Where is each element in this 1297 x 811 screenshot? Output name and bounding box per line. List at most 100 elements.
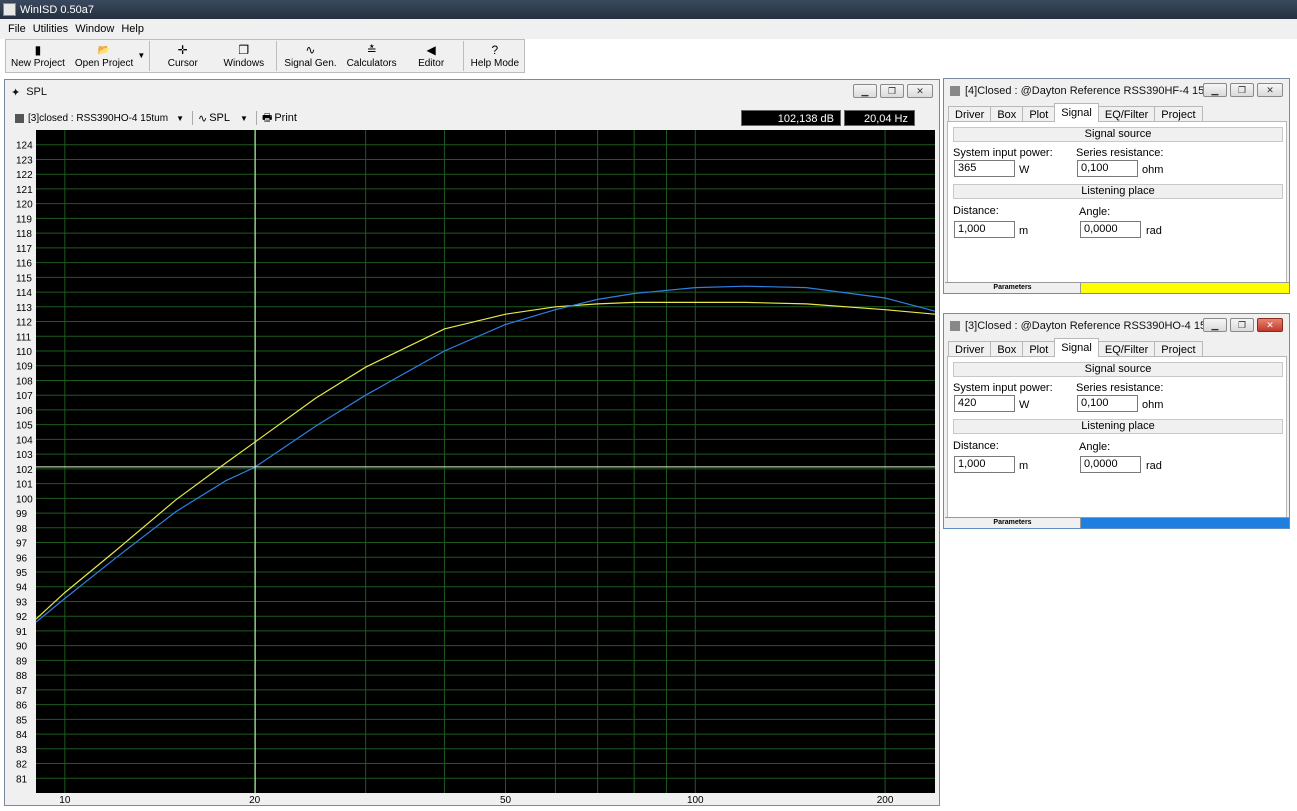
tab-project[interactable]: Project [1154,341,1203,357]
y-tick-label: 82 [16,760,28,771]
y-tick-label: 86 [16,701,28,712]
plot-area[interactable]: 81 82 83 84 85 86 87 88 89 90 91 92 93 94 95 96 97 98 99 10… [14,130,936,807]
angle-unit: rad [1146,225,1162,237]
mdi-workspace: ✦ SPL ▁ ❐ ✕ [3]closed : RSS390HO-4 15tum… [0,73,1297,811]
y-tick-label: 94 [16,583,28,594]
y-tick-label: 91 [16,627,28,638]
signal-source-header: Signal source [953,127,1283,142]
windows-button[interactable]: ❐ Windows [213,40,274,72]
editor-button[interactable]: ◀ Editor [402,40,461,72]
calculators-button[interactable]: ≛ Calculators [342,40,402,72]
print-button[interactable]: Print [274,112,297,124]
project-select[interactable]: [3]closed : RSS390HO-4 15tum [28,113,168,124]
y-tick-label: 103 [16,450,33,461]
distance-field[interactable]: 1,000 [954,456,1015,473]
y-tick-label: 90 [16,642,28,653]
y-tick-label: 96 [16,553,28,564]
spl-chart[interactable]: 81 82 83 84 85 86 87 88 89 90 91 92 93 94 95 96 97 98 99 10… [14,130,936,806]
param-window-4-title: [4]Closed : @Dayton Reference RSS390HF-4… [965,85,1223,97]
y-tick-label: 107 [16,391,33,402]
minimize-button[interactable]: ▁ [1203,318,1227,332]
x-tick-label: 200 [877,795,894,804]
angle-field[interactable]: 0,0000 [1080,456,1141,473]
system-input-power-field[interactable]: 420 [954,395,1015,412]
minimize-button[interactable]: ▁ [1203,83,1227,97]
new-project-button[interactable]: ▮ New Project [6,40,70,72]
tab-box[interactable]: Box [990,106,1024,122]
menu-bar: File Utilities Window Help [0,19,1297,39]
app-icon [3,3,16,16]
x-tick-label: 100 [687,795,704,804]
restore-button[interactable]: ❐ [1230,83,1254,97]
close-button[interactable]: ✕ [1257,83,1283,97]
open-project-button[interactable]: 📂 Open Project ▼ [70,40,147,72]
y-tick-label: 113 [16,303,32,314]
param-window-4: [4]Closed : @Dayton Reference RSS390HF-4… [943,78,1290,294]
tab-eq-filter[interactable]: EQ/Filter [1097,341,1156,357]
menu-window[interactable]: Window [75,23,114,35]
distance-unit: m [1019,460,1029,472]
angle-field[interactable]: 0,0000 [1080,221,1141,238]
system-input-power-field[interactable]: 365 [954,160,1015,177]
minimize-button[interactable]: ▁ [853,84,877,98]
tab-driver[interactable]: Driver [948,106,992,122]
tab-signal[interactable]: Signal [1054,103,1099,122]
signal-gen-button[interactable]: ∿ Signal Gen. [279,40,341,72]
printer-icon: 🖶 [261,111,273,124]
param-window-3-titlebar[interactable]: [3]Closed : @Dayton Reference RSS390HO-4… [944,314,1289,338]
y-tick-label: 100 [16,494,33,505]
tab-driver[interactable]: Driver [948,341,992,357]
dropdown-arrow-icon[interactable]: ▼ [137,51,145,60]
app-title: WinISD 0.50a7 [20,3,94,16]
signal-source-header: Signal source [953,362,1283,377]
angle-label: Angle: [1079,206,1111,218]
app-titlebar: WinISD 0.50a7 [0,0,1297,19]
series-resistance-field[interactable]: 0,100 [1077,395,1138,412]
graph-type-arrow-icon[interactable]: ▼ [240,114,248,123]
y-tick-label: 88 [16,671,28,682]
close-button[interactable]: ✕ [907,84,933,98]
tab-plot[interactable]: Plot [1022,341,1056,357]
toolbar-separator [192,111,193,125]
open-folder-icon: 📂 [97,45,111,56]
calculator-icon: ≛ [366,43,377,57]
y-tick-label: 112 [16,318,32,329]
menu-utilities[interactable]: Utilities [33,23,68,35]
param-window-3: [3]Closed : @Dayton Reference RSS390HO-4… [943,313,1290,529]
power-unit: W [1019,399,1030,411]
y-tick-label: 116 [16,259,32,270]
cursor-button[interactable]: ✛ Cursor [152,40,213,72]
graph-type-select[interactable]: SPL [209,112,230,124]
sine-wave-icon: ∿ [198,112,208,125]
param-window-4-titlebar[interactable]: [4]Closed : @Dayton Reference RSS390HF-4… [944,79,1289,103]
series-resistance-field[interactable]: 0,100 [1077,160,1138,177]
listening-place-header: Listening place [953,184,1283,199]
y-tick-label: 115 [16,273,32,284]
help-mode-button[interactable]: ? Help Mode [466,40,524,72]
x-tick-label: 20 [249,795,261,804]
speaker-icon: ◀ [426,43,436,57]
close-button[interactable]: ✕ [1257,318,1283,332]
tab-project[interactable]: Project [1154,106,1203,122]
y-tick-label: 99 [16,509,28,520]
tab-eq-filter[interactable]: EQ/Filter [1097,106,1156,122]
resistance-unit: ohm [1142,399,1164,411]
tab-signal[interactable]: Signal [1054,338,1099,357]
chip-icon [15,113,24,123]
menu-help[interactable]: Help [121,23,144,35]
param-status-bar: Parameters [945,517,1289,528]
menu-file[interactable]: File [8,23,26,35]
power-unit: W [1019,164,1030,176]
tab-plot[interactable]: Plot [1022,106,1056,122]
toolbar-separator [255,111,257,125]
project-select-arrow-icon[interactable]: ▼ [176,114,184,123]
help-icon: ? [491,43,499,57]
y-tick-label: 81 [16,774,28,785]
distance-field[interactable]: 1,000 [954,221,1015,238]
toolbar-separator [462,41,464,71]
tab-box[interactable]: Box [990,341,1024,357]
y-tick-label: 120 [16,200,33,211]
spl-window-titlebar[interactable]: ✦ SPL ▁ ❐ ✕ [5,80,939,104]
restore-button[interactable]: ❐ [1230,318,1254,332]
restore-button[interactable]: ❐ [880,84,904,98]
